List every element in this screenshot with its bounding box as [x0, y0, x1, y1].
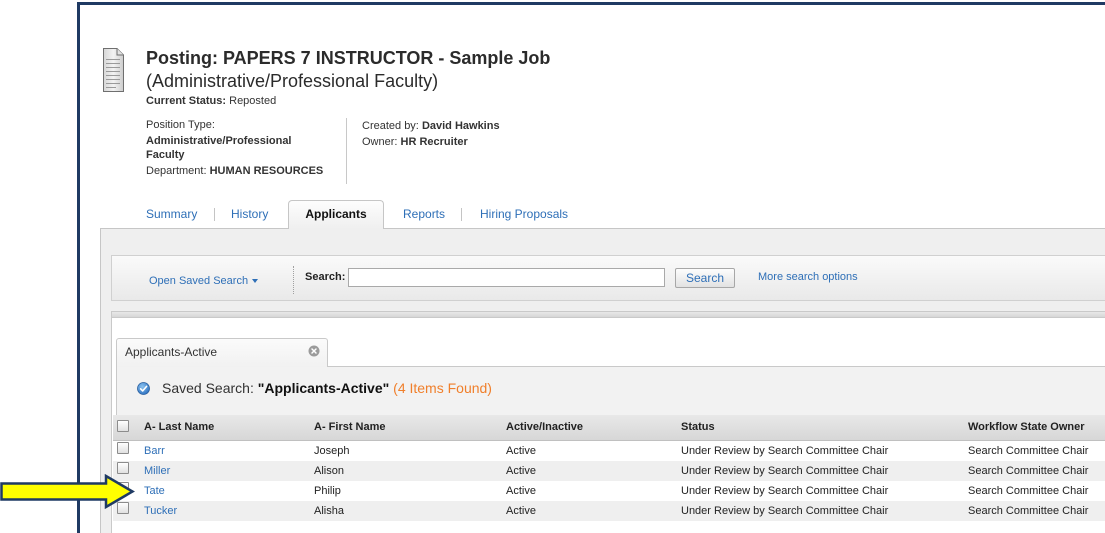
tab-summary[interactable]: Summary — [146, 207, 197, 221]
position-type-value: Administrative/Professional Faculty — [146, 135, 292, 161]
applicant-status: Under Review by Search Committee Chair — [681, 465, 889, 477]
status-value: Reposted — [229, 95, 277, 107]
row-checkbox[interactable] — [117, 442, 129, 454]
more-search-options-link[interactable]: More search options — [758, 270, 858, 284]
posting-title: Posting: PAPERS 7 INSTRUCTOR - Sample Jo… — [146, 48, 551, 68]
applicant-status: Under Review by Search Committee Chair — [681, 485, 889, 497]
current-status: Current Status: Reposted — [146, 94, 276, 108]
department-value: HUMAN RESOURCES — [209, 165, 324, 177]
table-row: Tucker Alisha Active Under Review by Sea… — [113, 501, 1105, 521]
toolbar-divider — [111, 311, 1105, 318]
column-header-status[interactable]: Status — [681, 415, 715, 440]
position-type-label: Position Type: — [146, 119, 215, 131]
details-divider — [346, 118, 347, 184]
arrow-right-icon — [0, 473, 136, 510]
search-label: Search: — [305, 271, 346, 283]
tab-applicants[interactable]: Applicants — [288, 200, 384, 229]
applicant-active-status: Active — [506, 445, 536, 457]
saved-search-name: "Applicants-Active" — [257, 380, 390, 396]
table-header-row: A- Last Name A- First Name Active/Inacti… — [113, 415, 1105, 441]
row-checkbox[interactable] — [117, 462, 129, 474]
applicant-status: Under Review by Search Committee Chair — [681, 505, 889, 517]
applicant-workflow-owner: Search Committee Chair — [968, 505, 1089, 517]
owner: Owner: HR Recruiter — [362, 135, 468, 149]
created-by: Created by: David Hawkins — [362, 119, 500, 133]
created-by-label: Created by: — [362, 120, 419, 132]
tab-history[interactable]: History — [231, 207, 268, 221]
document-icon — [102, 47, 125, 93]
applicant-last-name-link[interactable]: Tate — [144, 481, 165, 501]
department-label: Department: — [146, 165, 207, 177]
tab-separator — [461, 208, 462, 221]
applicant-last-name-link[interactable]: Miller — [144, 461, 170, 481]
column-header-first-name[interactable]: A- First Name — [314, 415, 386, 440]
search-button[interactable]: Search — [675, 268, 735, 288]
open-saved-search-label: Open Saved Search — [149, 275, 249, 287]
tab-reports[interactable]: Reports — [403, 207, 445, 221]
applicant-workflow-owner: Search Committee Chair — [968, 445, 1089, 457]
applicant-workflow-owner: Search Committee Chair — [968, 485, 1089, 497]
search-input[interactable] — [348, 268, 665, 287]
saved-search-tab-label: Applicants-Active — [125, 345, 218, 359]
applicant-last-name-link[interactable]: Barr — [144, 441, 165, 461]
screen: Posting: PAPERS 7 INSTRUCTOR - Sample Jo… — [0, 0, 1105, 533]
results-count: (4 Items Found) — [393, 380, 492, 396]
applicant-first-name: Joseph — [314, 445, 350, 457]
results-prefix: Saved Search: — [162, 380, 254, 396]
applicant-workflow-owner: Search Committee Chair — [968, 465, 1089, 477]
check-circle-icon — [137, 382, 150, 395]
owner-value: HR Recruiter — [400, 136, 468, 148]
column-header-active-inactive[interactable]: Active/Inactive — [506, 415, 583, 440]
search-separator — [293, 266, 294, 294]
created-by-value: David Hawkins — [421, 120, 500, 132]
saved-search-tab[interactable]: Applicants-Active — [116, 338, 328, 367]
department: Department: HUMAN RESOURCES — [146, 164, 323, 178]
applicant-first-name: Philip — [314, 485, 341, 497]
select-all-checkbox[interactable] — [117, 420, 129, 432]
status-label: Current Status: — [146, 95, 227, 107]
table-row: Barr Joseph Active Under Review by Searc… — [113, 441, 1105, 461]
applicant-last-name-link[interactable]: Tucker — [144, 501, 177, 521]
applicant-first-name: Alison — [314, 465, 344, 477]
posting-subtitle: (Administrative/Professional Faculty) — [146, 71, 439, 91]
results-summary: Saved Search: "Applicants-Active" (4 Ite… — [162, 379, 492, 397]
applicant-active-status: Active — [506, 505, 536, 517]
caret-down-icon — [252, 279, 259, 283]
column-header-workflow-state-owner[interactable]: Workflow State Owner — [968, 415, 1085, 440]
close-icon[interactable] — [308, 344, 320, 357]
table-row: Tate Philip Active Under Review by Searc… — [113, 481, 1105, 501]
owner-label: Owner: — [362, 136, 398, 148]
applicant-first-name: Alisha — [314, 505, 344, 517]
applicant-status: Under Review by Search Committee Chair — [681, 445, 889, 457]
applicants-table: A- Last Name A- First Name Active/Inacti… — [113, 415, 1105, 521]
open-saved-search-dropdown[interactable]: Open Saved Search — [149, 274, 259, 288]
tab-hiring-proposals[interactable]: Hiring Proposals — [480, 207, 568, 221]
column-header-last-name[interactable]: A- Last Name — [144, 415, 214, 440]
applicant-active-status: Active — [506, 465, 536, 477]
table-row: Miller Alison Active Under Review by Sea… — [113, 461, 1105, 481]
applicant-active-status: Active — [506, 485, 536, 497]
tab-separator — [214, 208, 215, 221]
